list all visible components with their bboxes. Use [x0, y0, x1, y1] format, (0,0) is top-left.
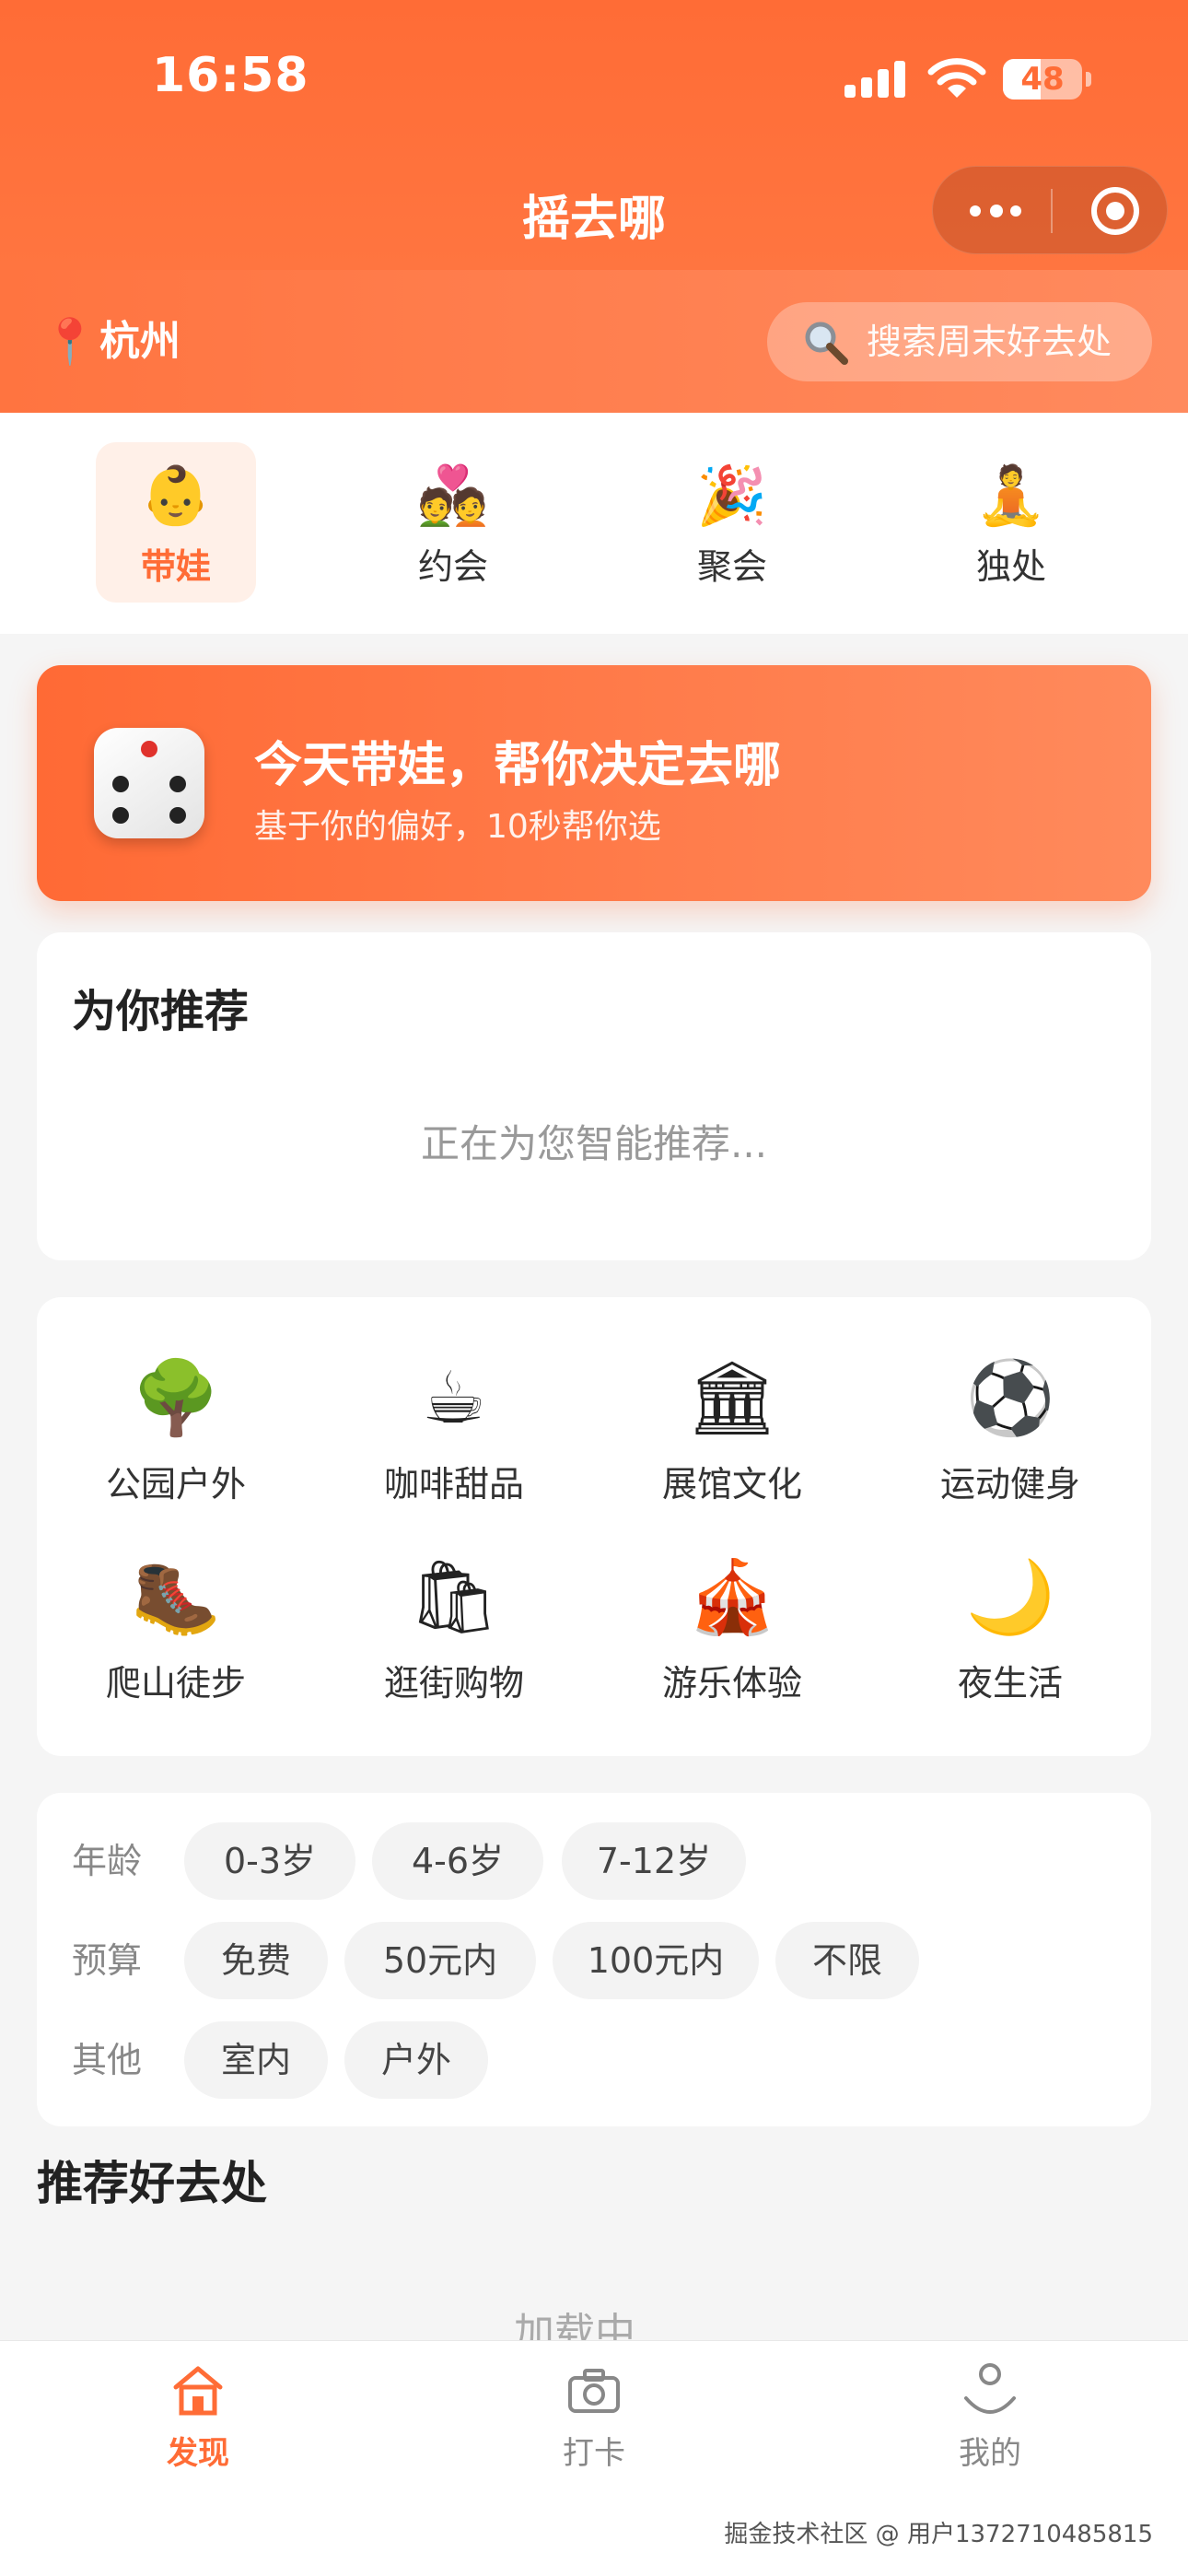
- chip-age-4-6[interactable]: 4-6岁: [372, 1822, 543, 1900]
- tab-label: 我的: [959, 2435, 1021, 2472]
- recommend-loading: 正在为您智能推荐...: [420, 1121, 768, 1166]
- filter-row-budget: 预算 免费 50元内 100元内 不限: [37, 1922, 1151, 1999]
- chip-budget-unlimited[interactable]: 不限: [775, 1922, 919, 1999]
- close-mini-program-icon[interactable]: [1091, 187, 1139, 235]
- battery-level: 48: [1020, 61, 1065, 98]
- chip-outdoor[interactable]: 户外: [344, 2021, 488, 2099]
- couple-icon: 💑: [417, 462, 489, 529]
- chip-budget-50[interactable]: 50元内: [344, 1922, 536, 1999]
- tab-discover[interactable]: 发现: [0, 2361, 396, 2500]
- grid-item-amusement[interactable]: 🎪 游乐体验: [593, 1553, 871, 1719]
- tab-label: 约会: [417, 546, 488, 587]
- filter-row-age: 年龄 0-3岁 4-6岁 7-12岁: [37, 1822, 1151, 1900]
- dice-icon: [94, 728, 204, 838]
- mini-program-capsule: [932, 166, 1168, 254]
- filter-row-other: 其他 室内 户外: [37, 2021, 1151, 2099]
- tab-with-kids[interactable]: 👶 带娃: [96, 442, 256, 603]
- filter-card: 年龄 0-3岁 4-6岁 7-12岁 预算 免费 50元内 100元内 不限 其…: [37, 1793, 1151, 2126]
- battery-icon: 48: [1003, 59, 1091, 100]
- chip-budget-100[interactable]: 100元内: [553, 1922, 759, 1999]
- recommend-card: 为你推荐 正在为您智能推荐...: [37, 932, 1151, 1260]
- tab-mine[interactable]: 我的: [792, 2361, 1188, 2500]
- grid-label: 咖啡甜品: [383, 1464, 524, 1505]
- grid-item-hiking[interactable]: 🥾 爬山徒步: [37, 1553, 315, 1719]
- grid-item-park[interactable]: 🌳 公园户外: [37, 1354, 315, 1520]
- tab-label: 带娃: [140, 546, 211, 587]
- search-input[interactable]: 搜索周末好去处: [767, 302, 1152, 381]
- grid-item-sports[interactable]: ⚽ 运动健身: [871, 1354, 1149, 1520]
- chip-budget-free[interactable]: 免费: [184, 1922, 328, 1999]
- hiking-boot-icon: 🥾: [131, 1556, 221, 1639]
- museum-icon: 🏛: [686, 1357, 778, 1440]
- recommend-title: 为你推荐: [72, 986, 250, 1037]
- tab-party[interactable]: 🎉 聚会: [652, 442, 812, 603]
- location-search-bar: 📍 杭州 搜索周末好去处: [0, 270, 1188, 413]
- search-icon: [805, 322, 848, 365]
- shopping-bags-icon: 🛍: [408, 1556, 500, 1639]
- chip-indoor[interactable]: 室内: [184, 2021, 328, 2099]
- home-icon: [173, 2366, 223, 2416]
- grid-item-shopping[interactable]: 🛍 逛街购物: [315, 1553, 593, 1719]
- grid-label: 游乐体验: [661, 1663, 802, 1704]
- random-decide-banner[interactable]: 今天带娃，帮你决定去哪 基于你的偏好，10秒帮你选: [37, 665, 1151, 901]
- banner-subtitle: 基于你的偏好，10秒帮你选: [254, 808, 661, 846]
- tab-label: 独处: [975, 546, 1046, 587]
- more-icon[interactable]: [966, 194, 1025, 228]
- status-time: 16:58: [152, 48, 309, 103]
- grid-label: 爬山徒步: [105, 1663, 246, 1704]
- tab-date[interactable]: 💑 约会: [373, 442, 533, 603]
- filter-label-other: 其他: [72, 2040, 143, 2080]
- category-tabs: 👶 带娃 💑 约会 🎉 聚会 🧘 独处: [0, 413, 1188, 634]
- filter-label-budget: 预算: [72, 1940, 143, 1981]
- user-icon: [964, 2363, 1016, 2414]
- grid-item-cafe[interactable]: ☕ 咖啡甜品: [315, 1354, 593, 1520]
- city-name: 杭州: [99, 318, 181, 365]
- grid-label: 公园户外: [105, 1464, 246, 1505]
- grid-label: 逛街购物: [383, 1663, 524, 1704]
- circus-tent-icon: 🎪: [687, 1556, 777, 1639]
- grid-label: 夜生活: [957, 1663, 1063, 1704]
- coffee-icon: ☕: [422, 1357, 486, 1440]
- grid-label: 运动健身: [939, 1464, 1080, 1505]
- search-placeholder: 搜索周末好去处: [867, 322, 1112, 362]
- watermark: 掘金技术社区 @ 用户1372710485815: [724, 2521, 1153, 2548]
- location-pin-icon: 📍: [42, 316, 98, 368]
- banner-title: 今天带娃，帮你决定去哪: [254, 738, 782, 793]
- party-popper-icon: 🎉: [696, 462, 768, 529]
- category-grid: 🌳 公园户外 ☕ 咖啡甜品 🏛 展馆文化 ⚽ 运动健身 🥾 爬山徒步 🛍 逛街购…: [37, 1297, 1151, 1756]
- header: 16:58 48 摇去哪 📍 杭州 搜索周末好去处: [0, 0, 1188, 413]
- tab-label: 打卡: [563, 2435, 625, 2472]
- wifi-icon: [927, 58, 986, 98]
- filter-label-age: 年龄: [72, 1841, 143, 1881]
- grid-item-museum[interactable]: 🏛 展馆文化: [593, 1354, 871, 1520]
- tab-label: 聚会: [696, 546, 767, 587]
- places-title: 推荐好去处: [37, 2157, 267, 2210]
- chip-age-0-3[interactable]: 0-3岁: [184, 1822, 355, 1900]
- tab-checkin[interactable]: 打卡: [396, 2361, 792, 2500]
- camera-icon: [568, 2369, 620, 2413]
- meditation-icon: 🧘: [975, 462, 1047, 529]
- grid-item-nightlife[interactable]: 🌙 夜生活: [871, 1553, 1149, 1719]
- baby-icon: 👶: [140, 462, 212, 529]
- soccer-ball-icon: ⚽: [965, 1357, 1055, 1440]
- grid-label: 展馆文化: [661, 1464, 802, 1505]
- chip-age-7-12[interactable]: 7-12岁: [562, 1822, 746, 1900]
- tab-label: 发现: [167, 2435, 229, 2472]
- tab-alone[interactable]: 🧘 独处: [931, 442, 1091, 603]
- moon-icon: 🌙: [965, 1556, 1055, 1639]
- tree-icon: 🌳: [131, 1357, 221, 1440]
- signal-icon: [844, 61, 909, 98]
